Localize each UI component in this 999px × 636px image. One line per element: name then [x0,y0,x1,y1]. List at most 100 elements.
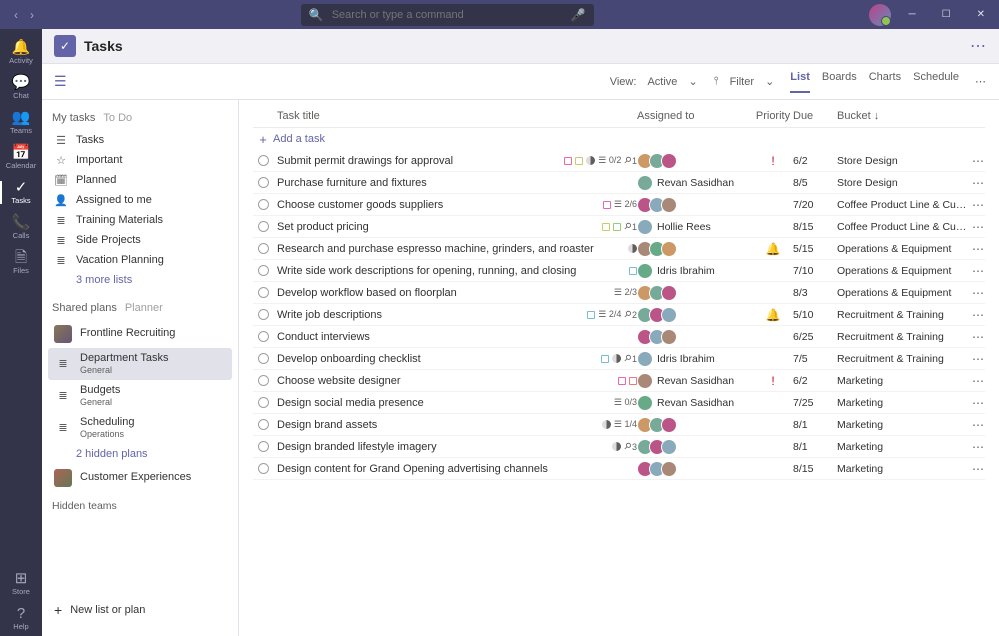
search-input[interactable] [332,9,563,21]
plan-customer-experiences[interactable]: Customer Experiences [48,464,232,492]
rail-tasks[interactable]: ✓Tasks [0,175,42,210]
rail-teams[interactable]: 👥Teams [0,105,42,140]
complete-checkbox[interactable] [258,375,269,386]
table-row[interactable]: Design branded lifestyle imagery⚲38/1Mar… [253,436,985,458]
row-more-icon[interactable]: ⋯ [967,462,985,476]
complete-checkbox[interactable] [258,397,269,408]
complete-checkbox[interactable] [258,353,269,364]
table-row[interactable]: Choose website designerRevan Sasidhan!6/… [253,370,985,392]
table-row[interactable]: Write side work descriptions for opening… [253,260,985,282]
task-bucket[interactable]: Recruitment & Training [837,353,967,365]
task-title[interactable]: Design social media presence [277,397,424,409]
task-title[interactable]: Design content for Grand Opening adverti… [277,463,548,475]
window-close-icon[interactable]: ✕ [969,5,993,24]
assigned-to[interactable]: Revan Sasidhan [637,175,753,191]
task-due[interactable]: 6/2 [793,155,837,167]
nav-forward-icon[interactable]: › [26,6,38,24]
task-title[interactable]: Write job descriptions [277,309,382,321]
list-assigned-to-me[interactable]: 👤Assigned to me [48,190,232,210]
assigned-to[interactable]: Revan Sasidhan [637,395,753,411]
task-bucket[interactable]: Store Design [837,177,967,189]
new-list-button[interactable]: + New list or plan [48,594,232,626]
task-due[interactable]: 8/3 [793,287,837,299]
tab-charts[interactable]: Charts [869,71,901,93]
toolbar-more-icon[interactable]: ⋯ [975,75,987,88]
assigned-to[interactable]: Idris Ibrahim [637,263,753,279]
rail-files[interactable]: 🗎Files [0,245,42,280]
assigned-to[interactable]: Revan Sasidhan [637,373,753,389]
col-due[interactable]: Due [793,110,837,122]
row-more-icon[interactable]: ⋯ [967,242,985,256]
task-title[interactable]: Develop onboarding checklist [277,353,421,365]
task-title[interactable]: Submit permit drawings for approval [277,155,453,167]
window-minimize-icon[interactable]: ─ [901,5,924,24]
assigned-to[interactable] [637,241,753,257]
task-due[interactable]: 7/5 [793,353,837,365]
hidden-plans-link[interactable]: 2 hidden plans [48,444,232,464]
task-bucket[interactable]: Marketing [837,441,967,453]
task-due[interactable]: 6/2 [793,375,837,387]
list-planned[interactable]: 🗓Planned [48,170,232,190]
col-priority[interactable]: Priority [753,110,793,122]
row-more-icon[interactable]: ⋯ [967,396,985,410]
rail-store[interactable]: ⊞Store [0,566,42,601]
complete-checkbox[interactable] [258,463,269,474]
table-row[interactable]: Purchase furniture and fixturesRevan Sas… [253,172,985,194]
task-bucket[interactable]: Store Design [837,155,967,167]
assigned-to[interactable]: Idris Ibrahim [637,351,753,367]
task-title[interactable]: Write side work descriptions for opening… [277,265,576,277]
hidden-teams-label[interactable]: Hidden teams [48,492,232,520]
row-more-icon[interactable]: ⋯ [967,176,985,190]
task-bucket[interactable]: Coffee Product Line & Cust... [837,221,967,233]
table-row[interactable]: Choose customer goods suppliers☰ 2/67/20… [253,194,985,216]
task-due[interactable]: 5/15 [793,243,837,255]
list-vacation-planning[interactable]: ≣Vacation Planning [48,250,232,270]
row-more-icon[interactable]: ⋯ [967,374,985,388]
rail-calls[interactable]: 📞Calls [0,210,42,245]
row-more-icon[interactable]: ⋯ [967,308,985,322]
table-row[interactable]: Design social media presence☰ 0/3Revan S… [253,392,985,414]
add-task-row[interactable]: + Add a task [253,128,985,150]
task-title[interactable]: Conduct interviews [277,331,370,343]
task-bucket[interactable]: Recruitment & Training [837,309,967,321]
table-row[interactable]: Conduct interviews 6/25Recruitment & Trai… [253,326,985,348]
plan-budgets[interactable]: ≣BudgetsGeneral [48,380,232,412]
complete-checkbox[interactable] [258,177,269,188]
col-title[interactable]: Task title [273,110,637,122]
task-bucket[interactable]: Marketing [837,375,967,387]
row-more-icon[interactable]: ⋯ [967,154,985,168]
list-important[interactable]: ☆Important [48,150,232,170]
task-bucket[interactable]: Recruitment & Training [837,331,967,343]
assigned-to[interactable] [637,439,753,455]
task-bucket[interactable]: Marketing [837,463,967,475]
window-maximize-icon[interactable]: ☐ [934,5,959,24]
row-more-icon[interactable]: ⋯ [967,264,985,278]
complete-checkbox[interactable] [258,221,269,232]
rail-help[interactable]: ?Help [0,601,42,636]
task-title[interactable]: Choose website designer [277,375,401,387]
task-priority[interactable]: 🔔 [753,308,793,322]
task-due[interactable]: 8/1 [793,441,837,453]
task-bucket[interactable]: Operations & Equipment [837,243,967,255]
table-row[interactable]: Research and purchase espresso machine, … [253,238,985,260]
rail-activity[interactable]: 🔔Activity [0,35,42,70]
task-due[interactable]: 5/10 [793,309,837,321]
task-bucket[interactable]: Marketing [837,397,967,409]
list-side-projects[interactable]: ≣Side Projects [48,230,232,250]
task-title[interactable]: Set product pricing [277,221,369,233]
complete-checkbox[interactable] [258,199,269,210]
table-row[interactable]: Submit permit drawings for approval☰ 0/2… [253,150,985,172]
col-bucket[interactable]: Bucket ↓ [837,110,967,122]
task-due[interactable]: 6/25 [793,331,837,343]
assigned-to[interactable]: Hollie Rees [637,219,753,235]
tab-schedule[interactable]: Schedule [913,71,959,93]
table-row[interactable]: Develop onboarding checklist⚲1Idris Ibra… [253,348,985,370]
row-more-icon[interactable]: ⋯ [967,220,985,234]
assigned-to[interactable] [637,285,753,301]
list-tasks[interactable]: ☰Tasks [48,130,232,150]
table-row[interactable]: Write job descriptions☰ 2/4⚲2🔔5/10Recrui… [253,304,985,326]
task-bucket[interactable]: Coffee Product Line & Cust... [837,199,967,211]
row-more-icon[interactable]: ⋯ [967,440,985,454]
tab-boards[interactable]: Boards [822,71,857,93]
assigned-to[interactable] [637,329,753,345]
